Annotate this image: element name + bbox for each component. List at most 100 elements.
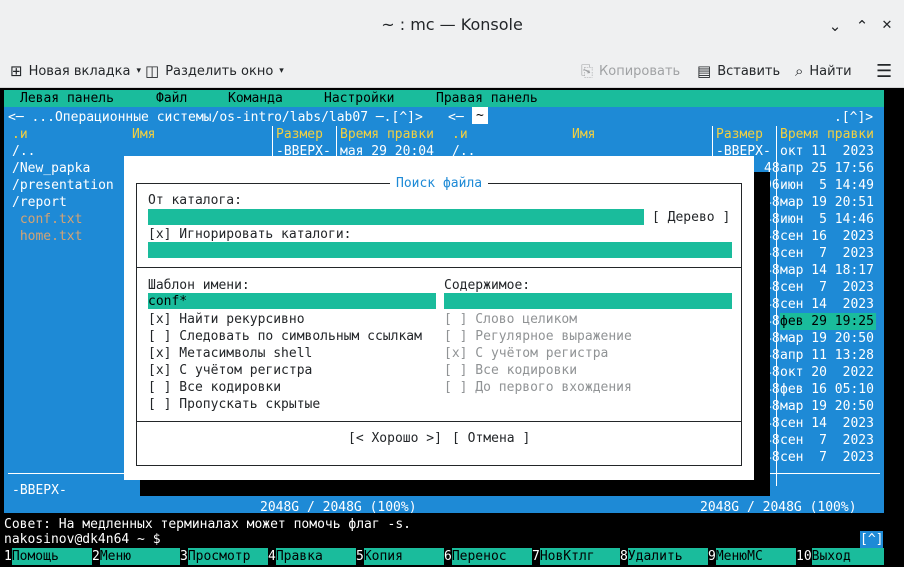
right-row-time: сен 14 2023 [780,416,874,431]
fkey-label: Выход [811,548,884,565]
window-titlebar: ~ : mc — Konsole ⌄ ⌃ ✕ [0,0,904,52]
minimize-icon[interactable]: ⌄ [826,17,844,35]
pattern-input[interactable]: conf* [148,293,436,309]
fkey-8[interactable]: 8Удалить [620,548,708,565]
fkey-label: Копия [363,548,444,565]
fkey-number: 2 [92,549,100,564]
window-title: ~ : mc — Konsole [381,15,523,34]
fkey-1[interactable]: 1Помощь [4,548,92,565]
left-col-time[interactable]: Время правки [340,126,434,143]
copy-icon: ⎘ [581,61,594,80]
right-row-time-selected: фев 29 19:25 [780,313,876,330]
fkey-label: Удалить [627,548,708,565]
dialog-divider [136,421,742,422]
fkey-number: 3 [180,549,188,564]
paste-button[interactable]: ▤ Вставить [697,61,780,81]
left-row-dir[interactable]: /report [12,194,67,211]
copy-button[interactable]: ⎘ Копировать [581,61,680,81]
fkey-2[interactable]: 2Меню [92,548,180,565]
left-col-sort[interactable]: .и [12,126,28,143]
left-status: -ВВЕРХ- [12,483,67,498]
left-row-file[interactable]: home.txt [12,228,83,245]
tree-button[interactable]: [ Дерево ] [652,209,730,226]
right-col-size[interactable]: Размер [716,126,763,143]
right-col-time[interactable]: Время правки [780,126,874,143]
fkey-label: МенюМС [715,548,796,565]
right-col-name[interactable]: Имя [572,126,595,143]
menu-file[interactable]: Файл [156,90,187,107]
find-button[interactable]: ⌕ Найти [795,61,852,81]
menu-left-panel[interactable]: Левая панель [20,90,114,107]
opt-whole-words-checkbox[interactable]: [ ] Слово целиком [444,311,577,328]
right-free-space: 2048G / 2048G (100%) [700,500,857,515]
right-row-time: сен 7 2023 [780,246,874,261]
opt-content-charsets-checkbox[interactable]: [ ] Все кодировки [444,362,577,379]
from-dir-input[interactable] [148,209,644,225]
maximize-icon[interactable]: ⌃ [853,17,871,35]
dialog-divider [136,267,742,268]
new-tab-button[interactable]: ⊞ Новая вкладка ▾ [10,61,141,81]
right-row-time: июн 5 14:46 [780,212,874,227]
opt-content-case-checkbox[interactable]: [x] С учётом регистра [444,345,608,362]
opt-all-charsets-checkbox[interactable]: [ ] Все кодировки [148,379,281,396]
close-icon[interactable]: ✕ [878,17,896,35]
fkey-number: 8 [620,549,628,564]
shell-prompt[interactable]: nakosinov@dk4n64 ~ $ [4,531,161,548]
fkey-label: Меню [99,548,180,565]
prompt-history-button[interactable]: [^] [860,531,884,548]
find-label: Найти [809,63,852,79]
left-col-size[interactable]: Размер [276,126,323,143]
right-panel-border: <─ [448,110,464,125]
right-row-time: фев 16 05:10 [780,382,874,397]
left-row-dir[interactable]: /New_papka [12,160,90,177]
fkey-number: 7 [532,549,540,564]
from-dir-label: От каталога: [148,193,242,208]
fkey-6[interactable]: 6Перенос [444,548,532,565]
right-col-sort[interactable]: .и [452,126,468,143]
menu-settings[interactable]: Настройки [324,90,394,107]
opt-case-sensitive-checkbox[interactable]: [x] С учётом регистра [148,362,312,379]
split-view-button[interactable]: ◫ Разделить окно ▾ [145,61,284,81]
cancel-button[interactable]: [ Отмена ] [452,430,530,447]
fkey-7[interactable]: 7НовКтлг [532,548,620,565]
fkey-9[interactable]: 9МенюМС [708,548,796,565]
left-row-up[interactable]: /.. [12,143,35,160]
content-label: Содержимое: [444,278,531,293]
right-row-time: апр 25 17:56 [780,161,874,176]
fkey-10[interactable]: 10Выход [796,548,884,565]
right-row-time: сен 7 2023 [780,450,874,465]
right-panel-path: ~ [472,107,488,124]
paste-icon: ▤ [697,61,712,80]
content-input[interactable] [444,293,732,309]
opt-skip-hidden-checkbox[interactable]: [ ] Пропускать скрытые [148,396,320,413]
dialog-shadow [140,480,770,496]
left-row-dir[interactable]: /presentation [12,177,114,194]
split-view-icon: ◫ [145,61,160,80]
right-row-time: сен 7 2023 [780,280,874,295]
opt-follow-symlinks-checkbox[interactable]: [ ] Следовать по символьным ссылкам [148,328,422,345]
hamburger-menu-icon[interactable]: ☰ [876,61,892,81]
fkey-3[interactable]: 3Просмотр [180,548,268,565]
opt-recursive-checkbox[interactable]: [x] Найти рекурсивно [148,311,305,328]
fkey-5[interactable]: 5Копия [356,548,444,565]
ignore-dirs-input[interactable] [148,242,732,258]
opt-shell-patterns-checkbox[interactable]: [x] Метасимволы shell [148,345,312,362]
ignore-dirs-checkbox[interactable]: [x] Игнорировать каталоги: [148,226,352,243]
right-panel-history[interactable]: .[^]> [834,109,873,126]
menu-right-panel[interactable]: Правая панель [436,90,538,107]
left-col-name[interactable]: Имя [132,126,155,143]
fkey-number: 6 [444,549,452,564]
left-row-file[interactable]: conf.txt [12,211,83,228]
right-row-time: окт 20 2022 [780,365,874,380]
ok-button[interactable]: [< Хорошо >] [348,430,442,447]
left-free-space: 2048G / 2048G (100%) [260,500,417,515]
menu-command[interactable]: Команда [228,90,283,107]
right-row-time: сен 16 2023 [780,229,874,244]
split-view-label: Разделить окно [165,63,274,79]
opt-regex-checkbox[interactable]: [ ] Регулярное выражение [444,328,632,345]
fkey-number: 10 [796,549,812,564]
function-key-bar: 1Помощь 2Меню 3Просмотр 4Правка 5Копия 6Перен… [4,548,884,565]
fkey-4[interactable]: 4Правка [268,548,356,565]
opt-first-hit-checkbox[interactable]: [ ] До первого вхождения [444,379,632,396]
right-row-time: окт 11 2023 [780,144,874,159]
